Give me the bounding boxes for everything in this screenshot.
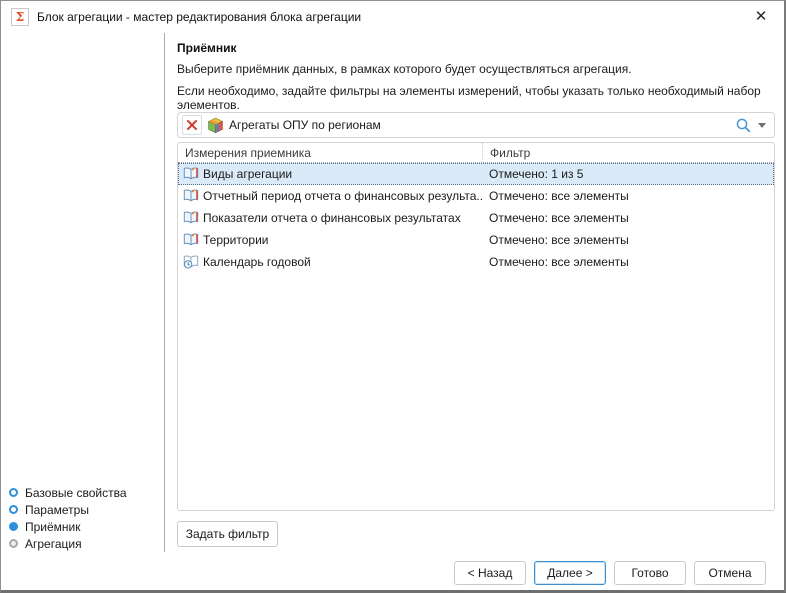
olap-cube-icon (207, 117, 224, 134)
column-header-dimensions[interactable]: Измерения приемника (178, 143, 482, 162)
calendar-book-icon (182, 254, 199, 270)
sidebar-divider (164, 33, 165, 552)
column-header-filter[interactable]: Фильтр (482, 143, 774, 162)
dimension-book-icon (182, 166, 199, 182)
step-basic-properties[interactable]: Базовые свойства (9, 484, 159, 501)
set-filter-button[interactable]: Задать фильтр (177, 521, 278, 547)
clear-consumer-icon[interactable] (182, 115, 202, 135)
cancel-button[interactable]: Отмена (694, 561, 766, 585)
dimension-book-icon (182, 188, 199, 204)
app-sigma-icon: Σ (11, 8, 29, 26)
step-bullet-icon (9, 539, 18, 548)
step-aggregation[interactable]: Агрегация (9, 535, 159, 552)
step-consumer[interactable]: Приёмник (9, 518, 159, 535)
wizard-steps: Базовые свойства Параметры Приёмник Агре… (9, 484, 159, 552)
table-row[interactable]: Отчетный период отчета о финансовых резу… (178, 185, 774, 207)
table-row[interactable]: Виды агрегации Отмечено: 1 из 5 (178, 163, 774, 185)
page-title: Приёмник (177, 41, 237, 55)
dimensions-table: Измерения приемника Фильтр Виды агрегаци… (177, 142, 775, 511)
page-description-2: Если необходимо, задайте фильтры на элем… (177, 84, 784, 112)
table-row[interactable]: Календарь годовой Отмечено: все элементы (178, 251, 774, 273)
step-parameters[interactable]: Параметры (9, 501, 159, 518)
dimension-book-icon (182, 210, 199, 226)
search-consumer-button[interactable] (731, 117, 770, 134)
table-row[interactable]: Территории Отмечено: все элементы (178, 229, 774, 251)
dimension-book-icon (182, 232, 199, 248)
footer-buttons: < Назад Далее > Готово Отмена (454, 561, 766, 585)
consumer-combobox[interactable]: Агрегаты ОПУ по регионам (177, 112, 775, 138)
page-description-1: Выберите приёмник данных, в рамках котор… (177, 62, 632, 76)
dialog-window: Σ Блок агрегации - мастер редактирования… (0, 0, 786, 593)
finish-button[interactable]: Готово (614, 561, 686, 585)
caret-down-icon (758, 123, 766, 128)
step-bullet-icon (9, 505, 18, 514)
magnifier-icon (735, 117, 752, 134)
step-bullet-icon (9, 488, 18, 497)
table-header: Измерения приемника Фильтр (178, 143, 774, 163)
next-button[interactable]: Далее > (534, 561, 606, 585)
close-icon[interactable]: ✕ (746, 4, 776, 30)
table-row[interactable]: Показатели отчета о финансовых результат… (178, 207, 774, 229)
window-title: Блок агрегации - мастер редактирования б… (37, 1, 361, 33)
title-bar: Σ Блок агрегации - мастер редактирования… (1, 1, 784, 33)
step-bullet-icon (9, 522, 18, 531)
consumer-value: Агрегаты ОПУ по регионам (229, 118, 726, 132)
back-button[interactable]: < Назад (454, 561, 526, 585)
